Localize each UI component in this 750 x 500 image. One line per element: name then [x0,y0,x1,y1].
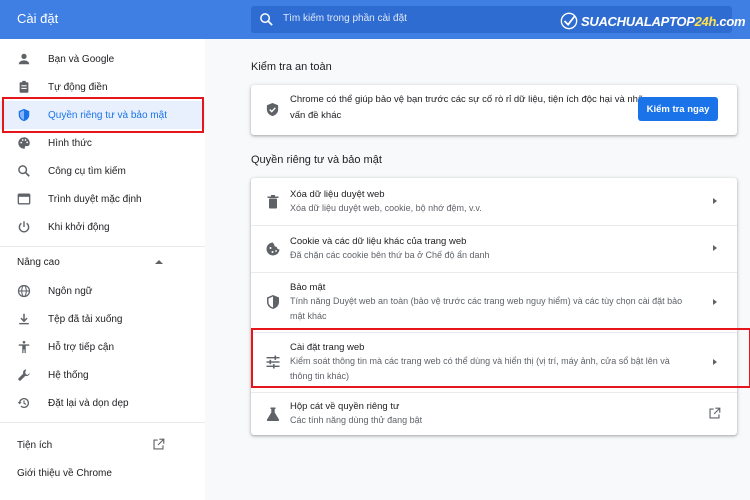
sidebar-item-label: Đặt lại và dọn dẹp [48,397,129,409]
sidebar-item-label: Hệ thống [48,369,89,381]
safety-check-card: Chrome có thể giúp bảo vệ bạn trước các … [251,85,737,135]
sidebar-item-languages[interactable]: Ngôn ngữ [0,277,205,305]
advanced-section-toggle[interactable]: Nâng cao [17,257,60,268]
sidebar-item-you-and-google[interactable]: Bạn và Google [0,45,205,73]
search-placeholder: Tìm kiếm trong phần cài đặt [283,13,407,24]
brand-logo: SUACHUALAPTOP24h.com [560,10,746,32]
safety-check-text-1: Chrome có thể giúp bảo vệ bạn trước các … [290,94,655,105]
privacy-row-clear-data[interactable]: Xóa dữ liệu duyệt web Xóa dữ liệu duyệt … [251,178,737,225]
highlight-box-privacy [2,97,204,133]
sidebar-item-downloads[interactable]: Tệp đã tải xuống [0,305,205,333]
open-in-new-icon[interactable] [152,438,165,451]
row-description-2: mật khác [290,311,327,321]
search-icon [260,13,273,26]
row-title: Cookie và các dữ liệu khác của trang web [290,236,467,247]
privacy-row-sandbox[interactable]: Hộp cát về quyền riêng tư Các tính năng … [251,392,737,435]
chevron-right-icon [713,299,717,305]
logo-text-b: 24h [694,13,717,29]
row-title: Bảo mật [290,282,326,293]
sidebar-item-label: Tự động điền [48,81,108,93]
top-bar: Cài đặt Tìm kiếm trong phần cài đặt SUAC… [0,0,750,39]
sidebar-item-reset[interactable]: Đặt lại và dọn dẹp [0,389,205,417]
globe-icon [16,283,32,299]
app-title: Cài đặt [17,11,59,26]
flask-icon [266,407,280,421]
sidebar-item-accessibility[interactable]: Hỗ trợ tiếp cận [0,333,205,361]
row-description-1: Tính năng Duyệt web an toàn (bảo vệ trướ… [290,296,683,306]
sidebar-item-label: Công cụ tìm kiếm [48,165,126,177]
sidebar-divider [0,246,205,247]
restore-icon [16,395,32,411]
person-icon [16,51,32,67]
sidebar-item-label: Hình thức [48,137,92,149]
sidebar-item-default-browser[interactable]: Trình duyệt mặc định [0,185,205,213]
shield-check-icon [266,102,279,117]
logo-text-c: .com [716,13,746,29]
sidebar-item-about-chrome[interactable]: Giới thiệu về Chrome [17,468,112,479]
row-title: Hộp cát về quyền riêng tư [290,401,400,412]
sidebar-item-on-startup[interactable]: Khi khởi động [0,213,205,241]
row-description: Xóa dữ liệu duyệt web, cookie, bộ nhớ đệ… [290,203,482,213]
sidebar-item-label: Tệp đã tải xuống [48,313,123,325]
palette-icon [16,135,32,151]
privacy-row-cookies[interactable]: Cookie và các dữ liệu khác của trang web… [251,225,737,272]
highlight-box-site-settings [251,328,750,388]
power-icon [16,219,32,235]
sidebar-item-label: Ngôn ngữ [48,285,93,297]
chevron-right-icon [713,198,717,204]
row-title: Xóa dữ liệu duyệt web [290,189,385,200]
safety-check-title: Kiểm tra an toàn [251,61,332,73]
trash-icon [267,195,279,209]
shield-icon [267,295,279,309]
sidebar-item-search-engine[interactable]: Công cụ tìm kiếm [0,157,205,185]
sidebar-item-label: Hỗ trợ tiếp cận [48,341,115,353]
search-icon [16,163,32,179]
row-description: Các tính năng dùng thử đang bật [290,415,423,425]
clipboard-icon [16,79,32,95]
open-in-new-icon[interactable] [708,407,721,420]
wrench-icon [16,367,32,383]
logo-globe-icon [560,12,578,30]
chevron-right-icon [713,245,717,251]
sidebar-item-label: Khi khởi động [48,221,110,233]
row-description: Đã chặn các cookie bên thứ ba ở Chế độ ẩ… [290,250,490,260]
cookie-icon [266,242,280,256]
safety-check-text-2: vấn đề khác [290,110,342,121]
sidebar-item-extensions[interactable]: Tiện ích [17,440,52,451]
accessibility-icon [16,339,32,355]
sidebar-divider [0,422,205,423]
privacy-section-title: Quyền riêng tư và bảo mật [251,154,382,166]
privacy-row-security[interactable]: Bảo mật Tính năng Duyệt web an toàn (bảo… [251,272,737,332]
privacy-card: Xóa dữ liệu duyệt web Xóa dữ liệu duyệt … [251,178,737,435]
sidebar-item-label: Trình duyệt mặc định [48,193,142,205]
sidebar-item-label: Bạn và Google [48,53,115,65]
logo-text-a: SUACHUALAPTOP [581,13,695,29]
sidebar: Bạn và Google Tự động điền Quyền riêng t… [0,39,205,500]
chevron-up-icon[interactable] [155,260,163,264]
download-icon [16,311,32,327]
logo-text: SUACHUALAPTOP24h.com [581,13,746,29]
browser-icon [16,191,32,207]
sidebar-item-appearance[interactable]: Hình thức [0,129,205,157]
check-now-button[interactable]: Kiểm tra ngay [638,97,718,121]
sidebar-item-system[interactable]: Hệ thống [0,361,205,389]
main-content: Kiểm tra an toàn Chrome có thể giúp bảo … [205,39,750,500]
